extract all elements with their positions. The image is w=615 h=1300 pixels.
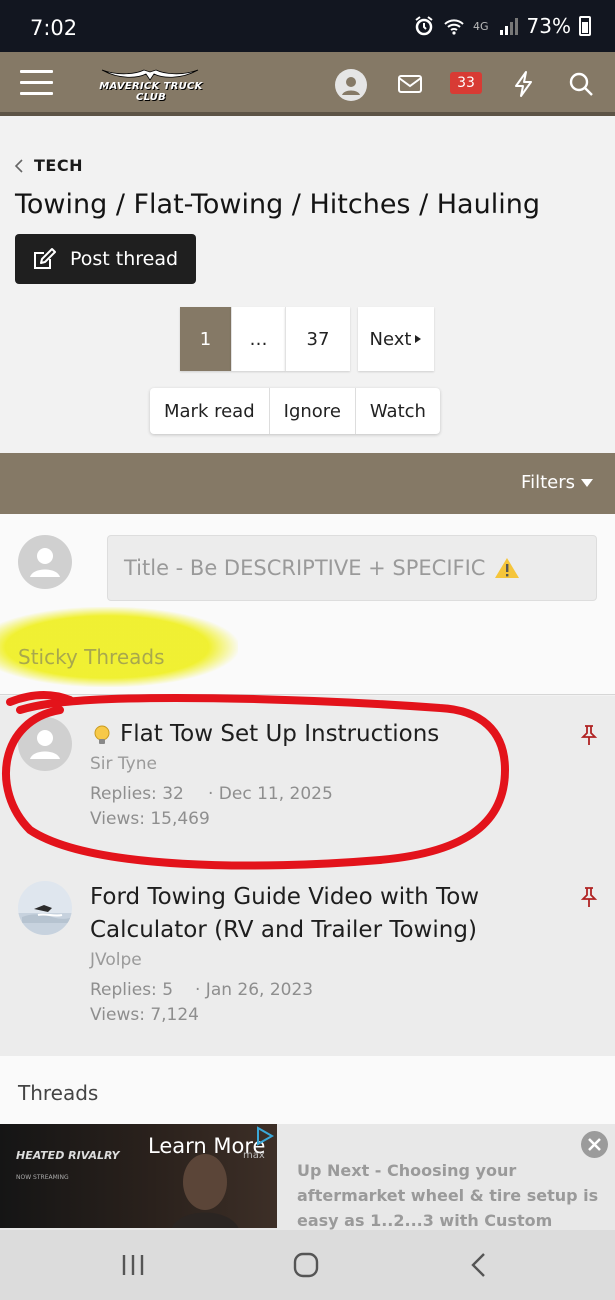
next-page-button[interactable]: Next <box>358 307 434 371</box>
thread-author[interactable]: Sir Tyne <box>90 754 157 774</box>
page-ellipsis-button[interactable]: … <box>231 307 285 371</box>
thread-views: Views: 15,469 <box>90 809 210 829</box>
battery-percent: 73% <box>526 14 571 38</box>
pin-icon <box>580 887 598 907</box>
breadcrumb[interactable]: TECH <box>14 156 83 175</box>
caret-right-icon <box>415 335 422 343</box>
network-type: 4G <box>473 19 489 33</box>
page-1-button[interactable]: 1 <box>180 307 231 371</box>
back-icon[interactable] <box>464 1250 494 1280</box>
page-37-button[interactable]: 37 <box>285 307 350 371</box>
thread-title[interactable]: Flat Tow Set Up Instructions <box>90 718 520 751</box>
user-icon <box>342 77 360 95</box>
next-label: Next <box>369 328 412 350</box>
adchoices-icon[interactable] <box>255 1126 277 1146</box>
longhorn-logo-icon <box>101 69 199 81</box>
filters-label: Filters <box>521 472 575 493</box>
chevron-left-icon <box>14 158 23 173</box>
breadcrumb-label[interactable]: TECH <box>34 156 83 175</box>
wifi-icon <box>444 19 464 35</box>
ignore-button[interactable]: Ignore <box>270 388 356 434</box>
ad-video[interactable]: HEATED RIVALRY NOW STREAMING Learn More … <box>0 1124 277 1228</box>
menu-icon[interactable] <box>20 70 53 96</box>
ad-network: max <box>243 1150 265 1161</box>
home-icon[interactable] <box>291 1250 321 1280</box>
ad-brand: HEATED RIVALRY <box>16 1149 120 1162</box>
status-bar: 7:02 4G 73% <box>0 0 615 52</box>
thread-date[interactable]: · Jan 26, 2023 <box>195 980 313 1000</box>
warning-icon <box>495 558 520 578</box>
user-avatar-icon <box>18 535 72 589</box>
thread-author[interactable]: JVolpe <box>90 950 142 970</box>
caret-down-icon <box>581 478 593 487</box>
ad-banner[interactable]: HEATED RIVALRY NOW STREAMING Learn More … <box>0 1124 615 1255</box>
inbox-icon[interactable] <box>396 70 424 98</box>
thread-item[interactable]: Ford Towing Guide Video with Tow Calcula… <box>0 871 615 1056</box>
author-avatar-icon[interactable] <box>18 881 72 935</box>
mark-read-button[interactable]: Mark read <box>150 388 270 434</box>
filter-bar: Filters <box>0 453 615 514</box>
close-icon[interactable] <box>581 1131 608 1158</box>
thread-item[interactable]: Flat Tow Set Up Instructions Sir Tyne Re… <box>0 696 615 871</box>
signal-icon <box>499 18 518 35</box>
status-time: 7:02 <box>30 16 78 40</box>
post-thread-label: Post thread <box>70 248 179 270</box>
system-nav-bar <box>0 1230 615 1300</box>
thread-date[interactable]: · Dec 11, 2025 <box>208 784 333 804</box>
alerts-badge[interactable]: 33 <box>450 72 482 94</box>
thread-replies: Replies: 5 <box>90 980 174 1000</box>
ad-brand-sub: NOW STREAMING <box>16 1174 69 1181</box>
thread-views: Views: 7,124 <box>90 1005 199 1025</box>
user-avatar[interactable] <box>335 69 367 101</box>
battery-icon <box>579 16 591 36</box>
search-icon[interactable] <box>567 70 595 98</box>
thread-title-text[interactable]: Ford Towing Guide Video with Tow Calcula… <box>90 881 520 947</box>
thread-title-text[interactable]: Flat Tow Set Up Instructions <box>120 718 439 751</box>
whats-new-bolt-icon[interactable] <box>510 70 538 98</box>
author-avatar-icon[interactable] <box>18 717 72 771</box>
recent-apps-icon[interactable] <box>118 1250 148 1280</box>
watch-button[interactable]: Watch <box>356 388 440 434</box>
alarm-icon <box>415 16 433 36</box>
filters-button[interactable]: Filters <box>521 472 593 493</box>
quick-thread-row: Title - Be DESCRIPTIVE + SPECIFIC <box>0 514 615 620</box>
title-placeholder: Title - Be DESCRIPTIVE + SPECIFIC <box>124 556 486 580</box>
pagination: 1 … 37 Next <box>180 307 434 371</box>
top-nav: MAVERICK TRUCK CLUB 33 <box>0 52 615 116</box>
post-thread-button[interactable]: Post thread <box>15 234 196 284</box>
thread-title-input[interactable]: Title - Be DESCRIPTIVE + SPECIFIC <box>107 535 597 601</box>
lightbulb-icon <box>94 725 110 744</box>
threads-label: Threads <box>18 1081 99 1105</box>
forum-actions: Mark read Ignore Watch <box>150 388 440 434</box>
status-icons: 4G 73% <box>413 14 591 38</box>
sticky-threads-label: Sticky Threads <box>18 645 165 669</box>
site-logo[interactable]: MAVERICK TRUCK CLUB <box>86 66 216 103</box>
page-title: Towing / Flat-Towing / Hitches / Hauling <box>15 189 540 220</box>
logo-text: MAVERICK TRUCK CLUB <box>99 81 203 103</box>
edit-icon <box>34 248 56 269</box>
pin-icon <box>580 725 598 745</box>
thread-replies: Replies: 32 <box>90 784 184 804</box>
